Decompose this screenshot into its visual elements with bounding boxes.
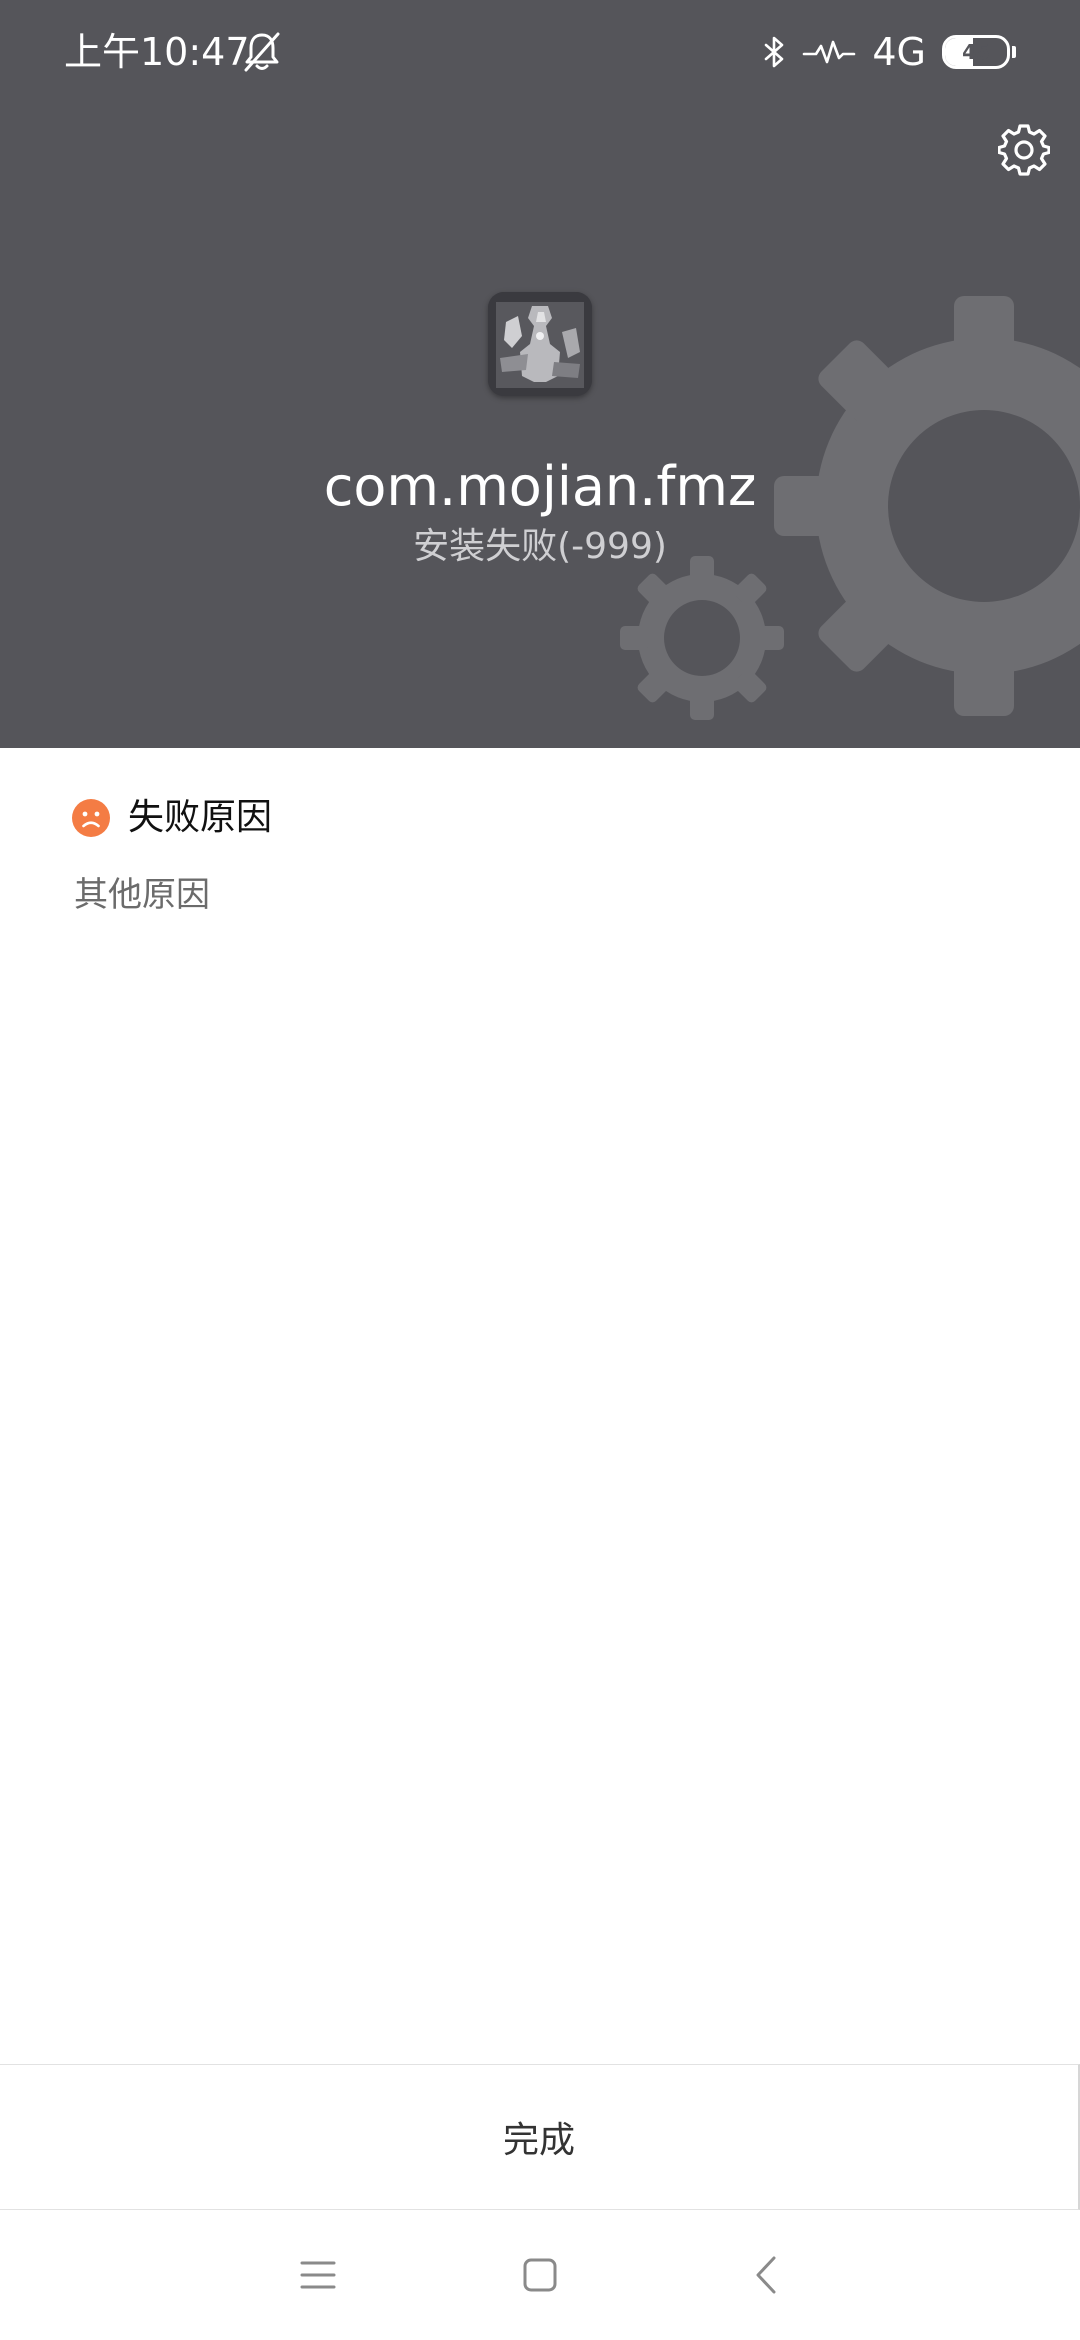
battery-nub (1012, 46, 1016, 58)
reason-title-row: 失败原因 (72, 788, 272, 848)
bell-off-icon (244, 32, 280, 72)
status-time: 上午10:47 (64, 30, 250, 74)
bluetooth-icon (765, 36, 784, 68)
nav-menu-button[interactable] (286, 2243, 350, 2307)
navigation-bar (0, 2210, 1080, 2340)
reason-title: 失败原因 (128, 797, 273, 838)
install-status: 安装失败(-999) (413, 526, 667, 567)
gear-icon[interactable] (998, 124, 1050, 176)
status-bar: 上午10:47 4G 45 (0, 0, 1080, 104)
failure-reason-section: 失败原因 其他原因 (0, 748, 1080, 2064)
nav-back-button[interactable] (734, 2243, 798, 2307)
menu-icon (300, 2261, 336, 2289)
network-type: 4G (872, 30, 926, 74)
home-icon (523, 2258, 557, 2292)
decorative-gear-small-icon (620, 556, 784, 720)
app-package-name: com.mojian.fmz (323, 455, 757, 518)
back-icon (756, 2256, 776, 2294)
battery-indicator: 45 (942, 35, 1010, 69)
header: 上午10:47 4G 45 com.mojian.fmz 安装失败(-999) (0, 0, 1080, 748)
install-result-screen: 上午10:47 4G 45 com.mojian.fmz 安装失败(-999) … (0, 0, 1080, 2340)
sad-face-icon (72, 799, 110, 837)
reason-detail: 其他原因 (74, 875, 210, 915)
status-right-group: 4G 45 (762, 26, 1016, 78)
nav-home-button[interactable] (508, 2243, 572, 2307)
battery-percent: 45 (962, 40, 990, 64)
done-button[interactable]: 完成 (0, 2064, 1080, 2210)
app-artwork-icon (488, 292, 592, 396)
app-icon (488, 292, 592, 396)
signal-icon (803, 40, 856, 64)
